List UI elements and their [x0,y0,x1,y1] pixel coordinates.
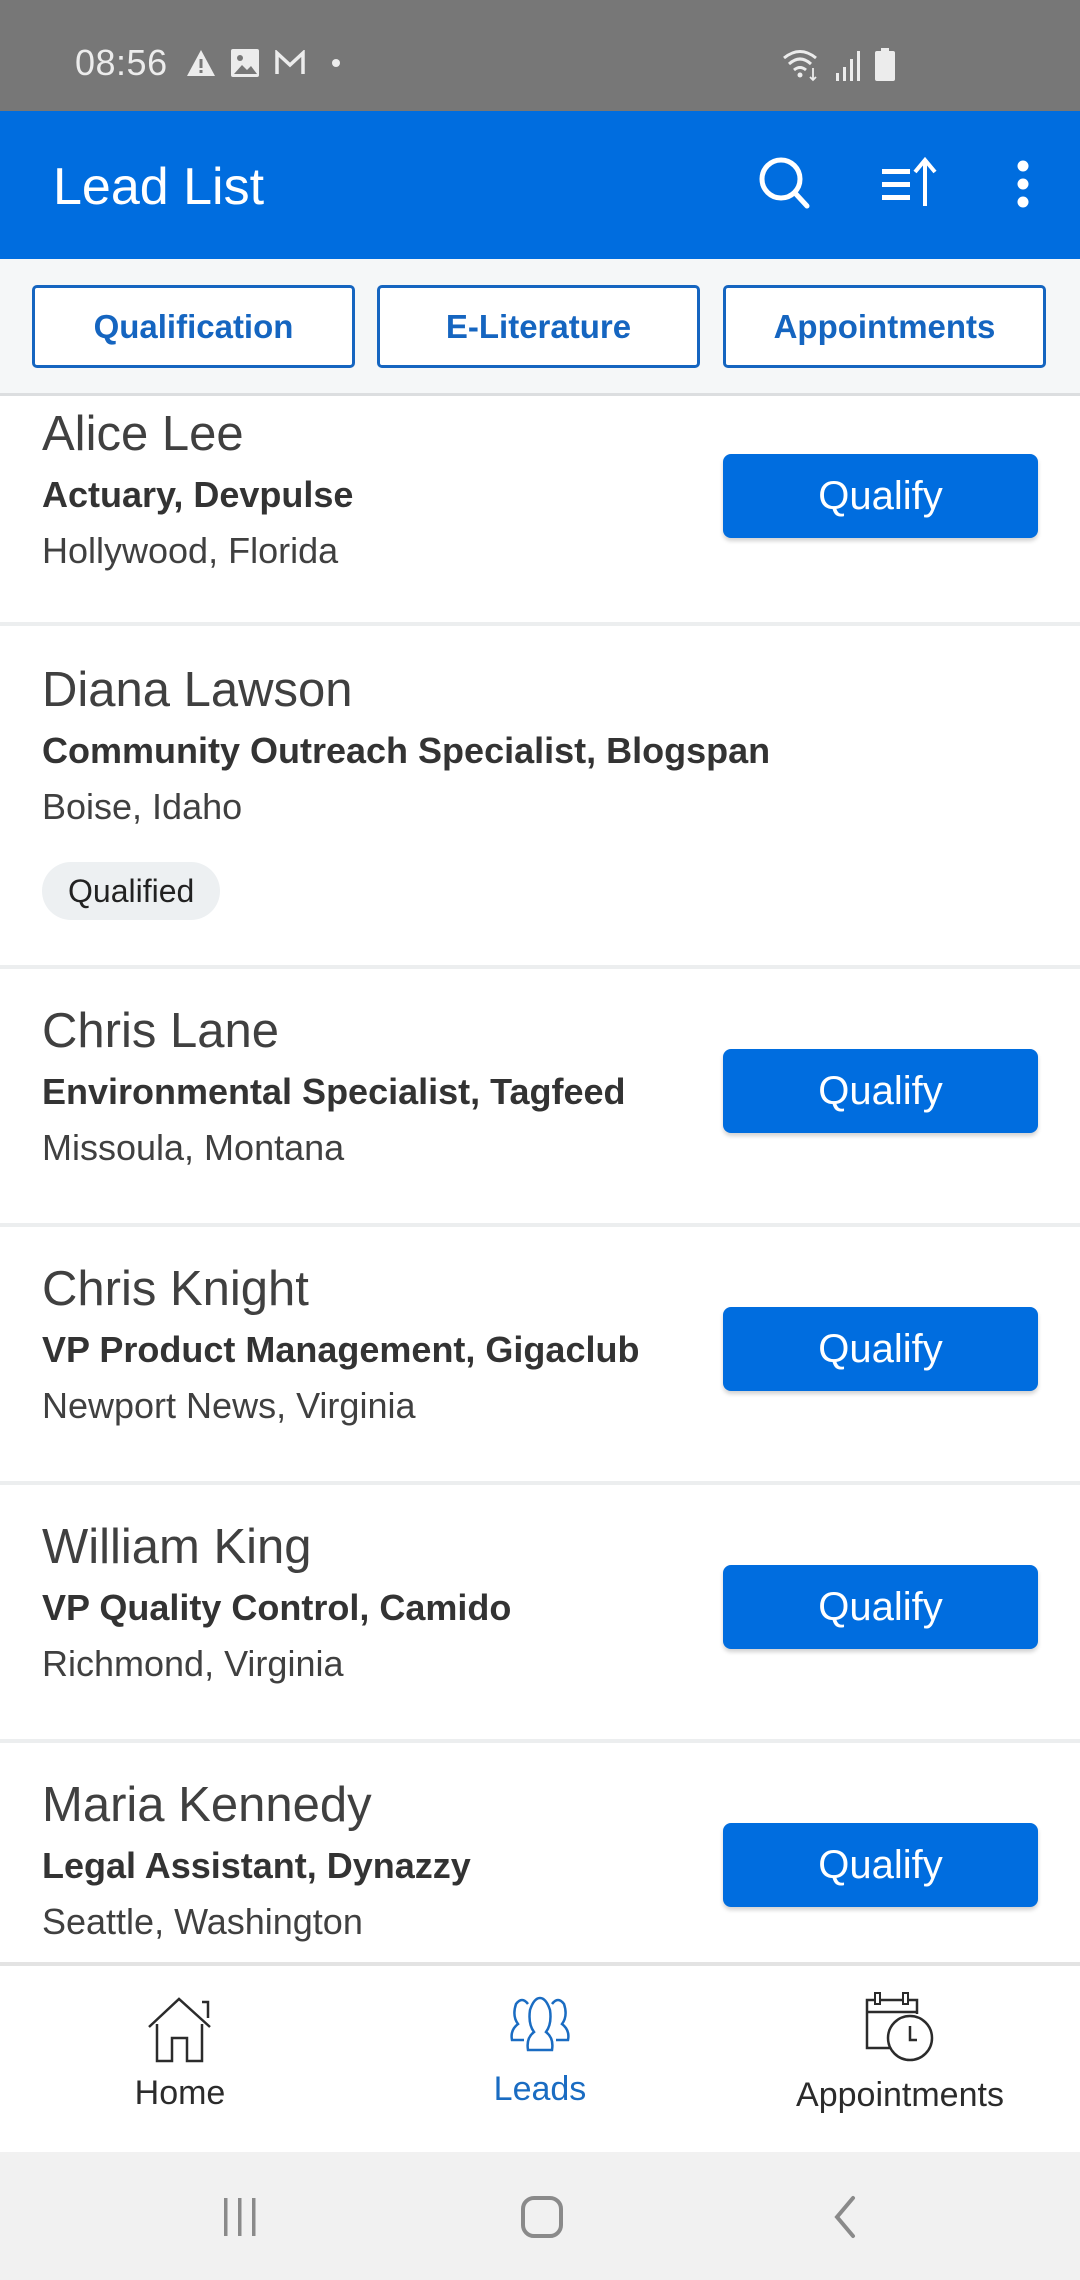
dot-icon [332,59,340,67]
lead-title: VP Quality Control, Camido [42,1587,512,1628]
lead-title: Environmental Specialist, Tagfeed [42,1071,626,1112]
lead-location: Missoula, Montana [42,1127,345,1168]
signal-icon [836,51,860,81]
recent-apps-button[interactable] [195,2182,285,2252]
filter-bar: Qualification E-Literature Appointments [0,259,1080,396]
nav-home[interactable]: Home [0,1966,360,2152]
lead-item[interactable]: William King VP Quality Control, Camido … [0,1485,1080,1743]
home-icon [148,1997,211,2063]
qualify-button[interactable]: Qualify [723,1049,1038,1133]
lead-name: Chris Knight [42,1262,309,1316]
lead-name: Maria Kennedy [42,1778,372,1832]
lead-item[interactable]: Chris Lane Environmental Specialist, Tag… [0,969,1080,1227]
search-icon [759,157,810,209]
lead-list: Alice Lee Actuary, Devpulse Hollywood, F… [0,396,1080,1962]
recent-apps-icon [224,2198,256,2236]
lead-name: Diana Lawson [42,663,353,717]
back-icon [834,2196,855,2238]
page-title: Lead List [53,158,265,216]
warning-icon [187,50,215,76]
wifi-icon [783,50,817,82]
qualify-button[interactable]: Qualify [723,454,1038,538]
system-navigation-bar [0,2152,1080,2280]
qualify-button[interactable]: Qualify [723,1565,1038,1649]
nav-appointments-label: Appointments [796,2076,1004,2114]
lead-title: VP Product Management, Gigaclub [42,1329,640,1370]
more-vert-icon [1017,160,1029,208]
qualify-button[interactable]: Qualify [723,1307,1038,1391]
lead-name: Chris Lane [42,1004,279,1058]
status-badge: Qualified [42,862,221,920]
lead-location: Newport News, Virginia [42,1385,416,1426]
filter-e-literature-button[interactable]: E-Literature [377,285,700,368]
app-bar: Lead List [0,111,1080,259]
lead-title: Community Outreach Specialist, Blogspan [42,730,771,771]
qualify-button[interactable]: Qualify [723,1823,1038,1907]
home-system-button[interactable] [497,2182,587,2252]
nav-appointments[interactable]: Appointments [720,1966,1080,2152]
filter-appointments-button[interactable]: Appointments [723,285,1046,368]
people-icon [510,1996,570,2052]
sort-button[interactable] [874,147,948,221]
lead-location: Boise, Idaho [42,786,243,827]
nav-home-label: Home [134,2074,226,2112]
more-options-button[interactable] [986,147,1060,221]
lead-item[interactable]: Diana Lawson Community Outreach Speciali… [0,626,1080,969]
sort-icon [882,156,937,206]
lead-name: William King [42,1520,312,1574]
battery-icon [875,48,895,81]
filter-qualification-button[interactable]: Qualification [32,285,355,368]
lead-location: Richmond, Virginia [42,1643,344,1684]
lead-title: Actuary, Devpulse [42,474,354,515]
gmail-icon [275,50,305,74]
system-status-icons [782,48,896,82]
notification-icons [186,48,344,78]
home-button-icon [521,2196,563,2238]
lead-name: Alice Lee [42,407,244,461]
lead-location: Hollywood, Florida [42,530,339,571]
nav-leads[interactable]: Leads [360,1966,720,2152]
status-bar: 08:56 [0,0,1080,111]
lead-item[interactable]: Maria Kennedy Legal Assistant, Dynazzy S… [0,1743,1080,1962]
lead-item[interactable]: Alice Lee Actuary, Devpulse Hollywood, F… [0,396,1080,626]
status-time: 08:56 [75,42,168,83]
bottom-navigation: Home Leads Appointments [0,1962,1080,2152]
nav-leads-label: Leads [493,2070,587,2108]
lead-title: Legal Assistant, Dynazzy [42,1845,471,1886]
search-button[interactable] [748,147,822,221]
image-icon [231,49,259,77]
lead-location: Seattle, Washington [42,1901,363,1942]
lead-item[interactable]: Chris Knight VP Product Management, Giga… [0,1227,1080,1485]
back-button[interactable] [799,2182,889,2252]
calendar-clock-icon [865,1992,934,2062]
